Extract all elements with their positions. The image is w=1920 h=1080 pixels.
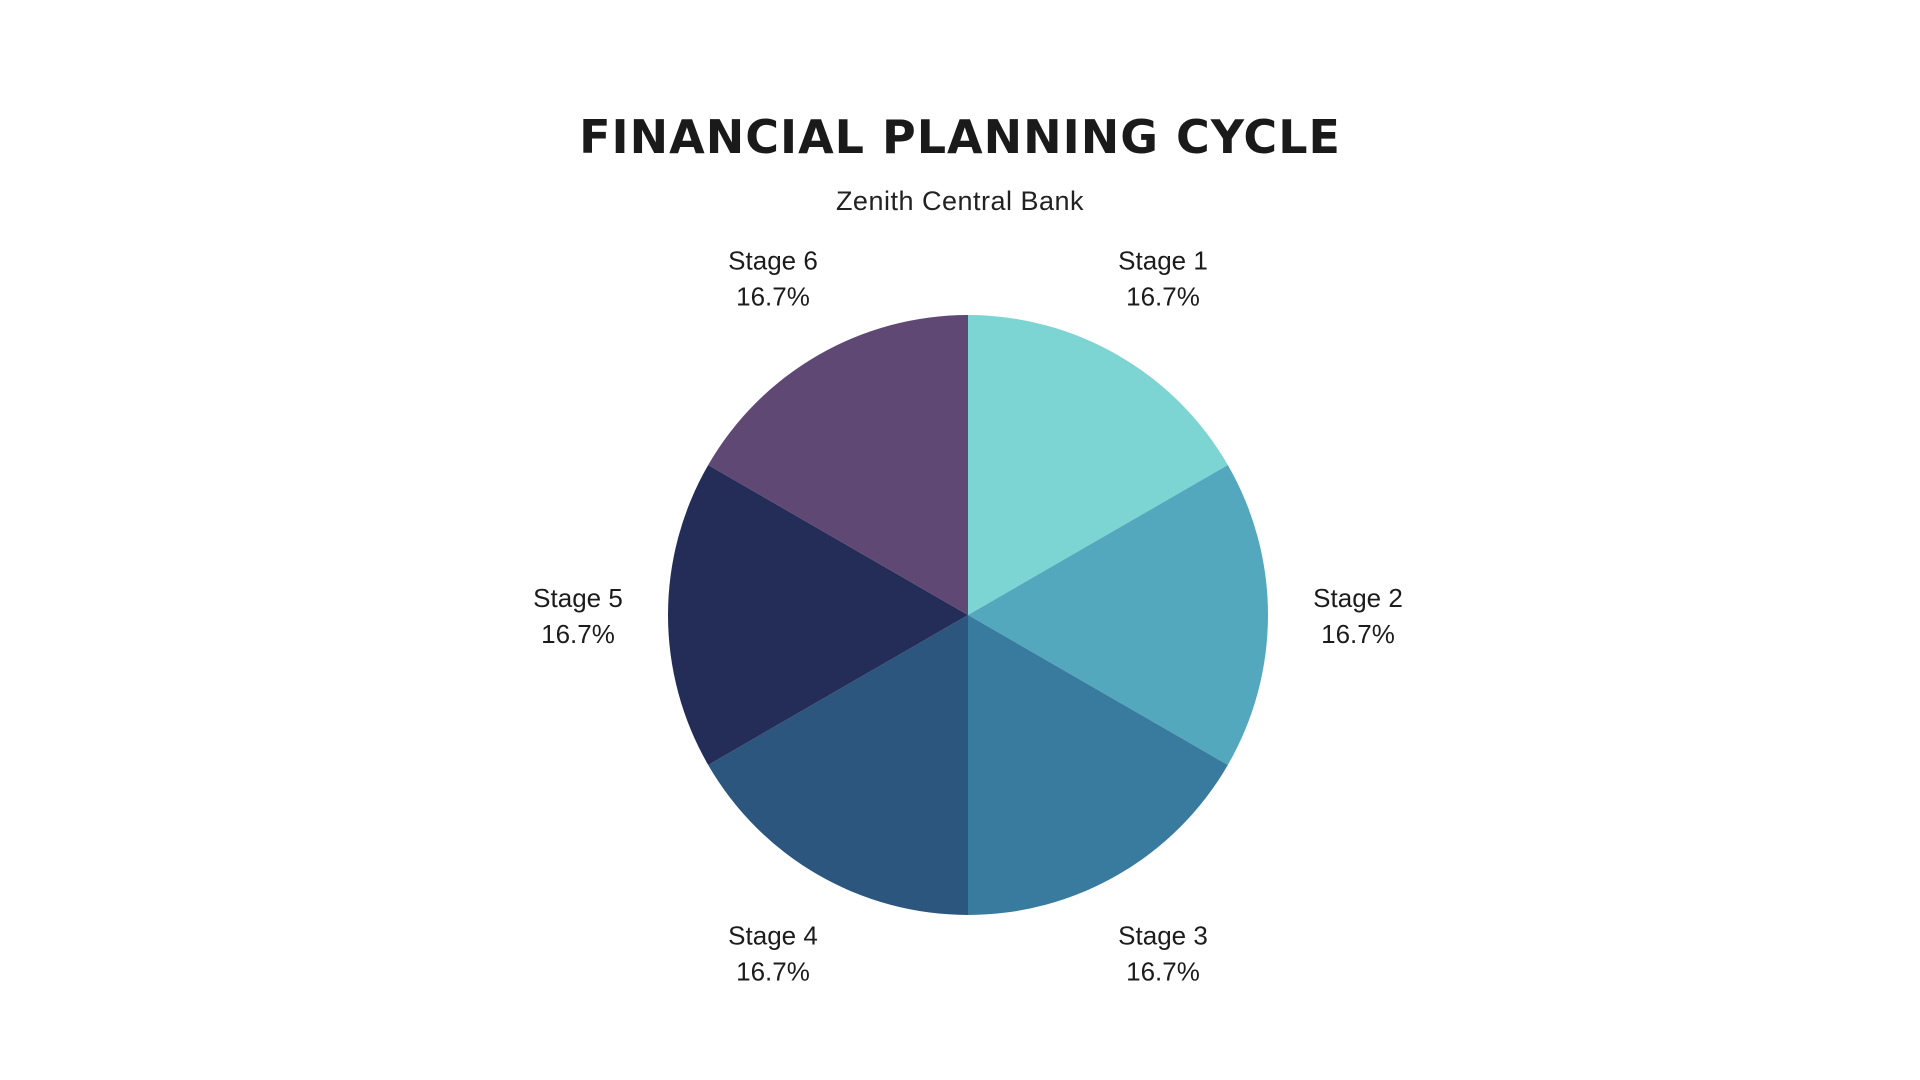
slice-label-stage-6: Stage 6 [728,245,818,275]
slice-value-stage-4: 16.7% [736,957,810,987]
slice-value-stage-3: 16.7% [1126,957,1200,987]
slice-label-stage-5: Stage 5 [533,583,623,613]
pie-slices [667,315,1269,915]
slice-label-stage-3: Stage 3 [1118,921,1208,951]
slice-value-stage-2: 16.7% [1321,619,1395,649]
slice-label-stage-2: Stage 2 [1313,583,1403,613]
slice-label-stage-1: Stage 1 [1118,245,1208,275]
slice-label-stage-4: Stage 4 [728,921,818,951]
slice-value-stage-5: 16.7% [541,619,615,649]
slice-value-stage-6: 16.7% [736,281,810,311]
pie-chart: Stage 1 16.7% Stage 2 16.7% Stage 3 16.7% Stag… [533,245,1403,987]
slice-value-stage-1: 16.7% [1126,281,1200,311]
